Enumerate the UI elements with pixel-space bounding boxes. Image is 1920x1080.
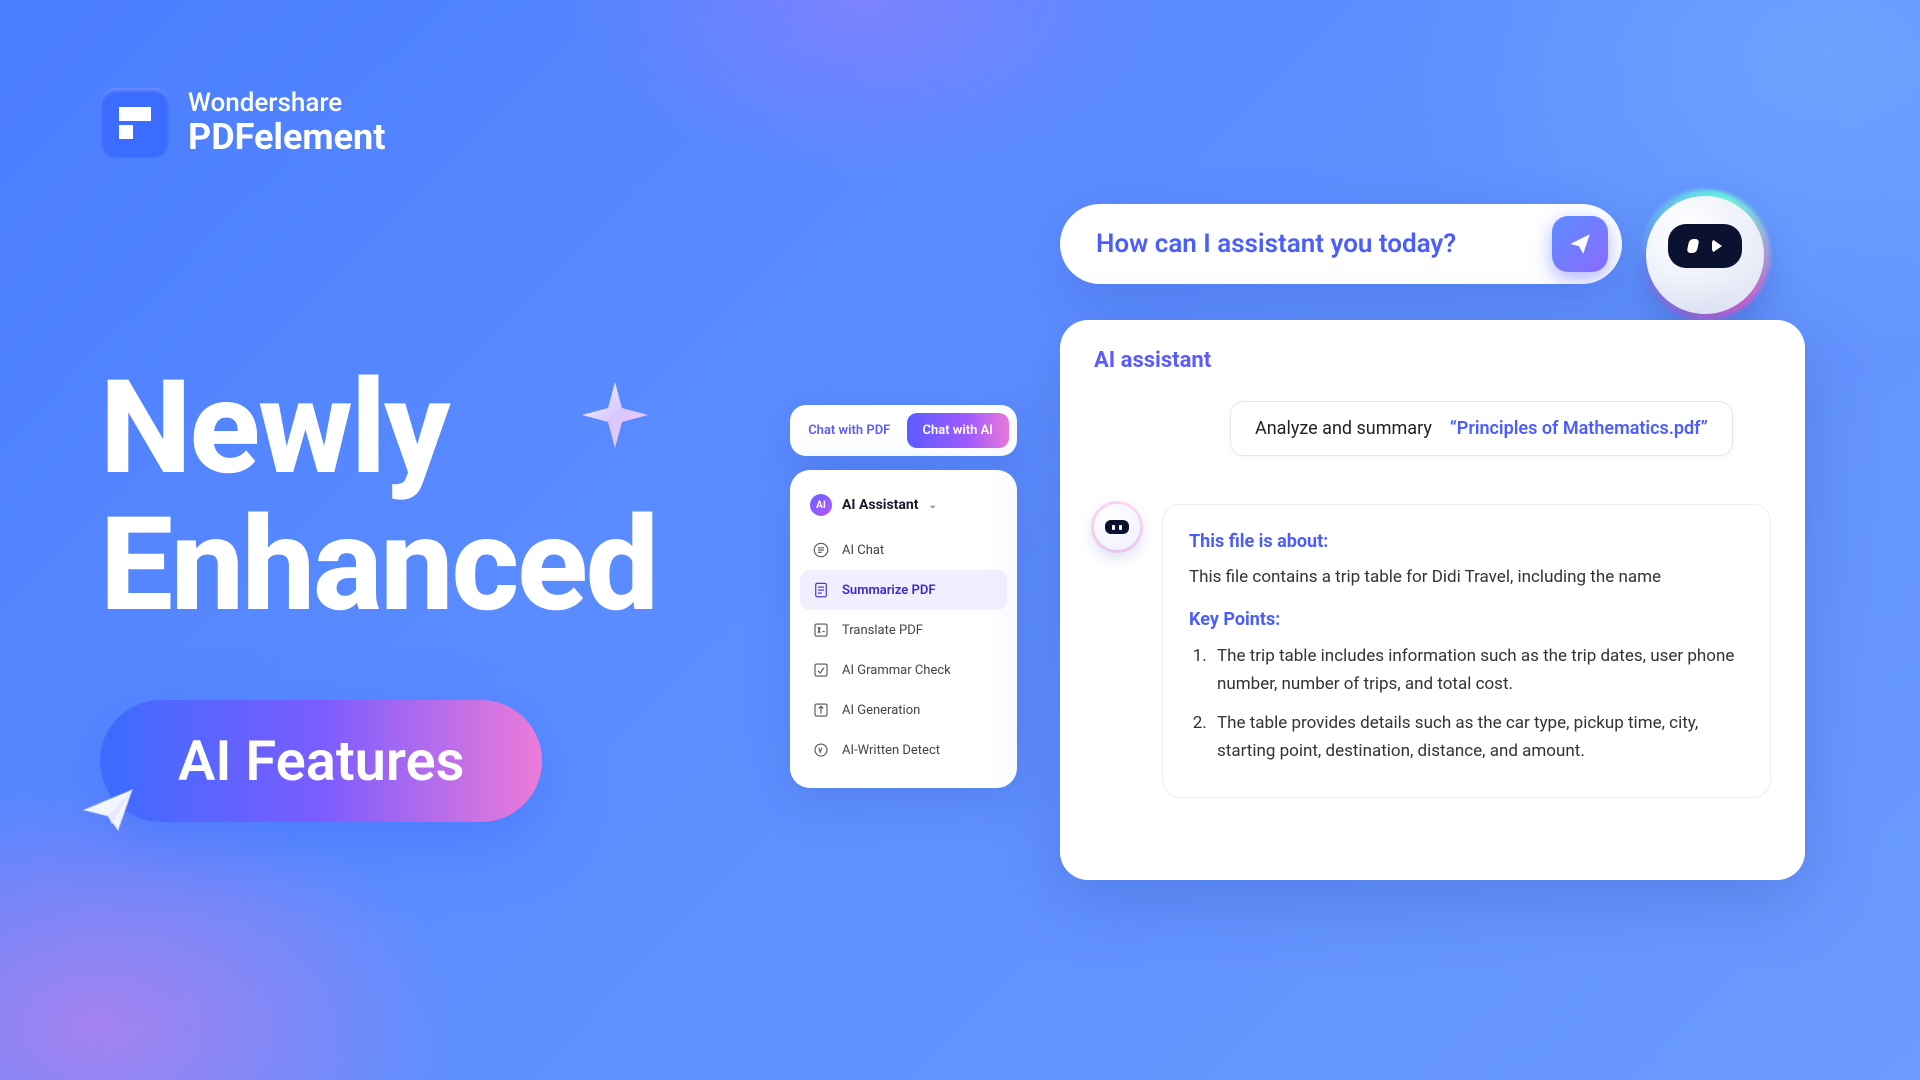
product-label: PDFelement bbox=[188, 118, 385, 158]
robot-mascot bbox=[1640, 190, 1770, 320]
assistant-avatar-icon bbox=[1094, 504, 1140, 550]
tab-chat-with-ai[interactable]: Chat with AI bbox=[907, 413, 1010, 448]
chat-mode-tabs: Chat with PDF Chat with AI bbox=[790, 405, 1017, 456]
prompt-placeholder: How can I assistant you today? bbox=[1096, 229, 1456, 259]
send-button[interactable] bbox=[1552, 216, 1608, 272]
paper-plane-icon bbox=[78, 780, 138, 844]
summary-icon bbox=[812, 581, 830, 599]
menu-item-label: Translate PDF bbox=[842, 623, 923, 638]
menu-item-ai-chat[interactable]: AI Chat bbox=[800, 530, 1007, 570]
keypoint-item: The table provides details such as the c… bbox=[1211, 709, 1744, 765]
chevron-down-icon: ⌄ bbox=[928, 500, 936, 511]
keypoint-item: The trip table includes information such… bbox=[1211, 642, 1744, 698]
menu-header-label: AI Assistant bbox=[842, 497, 918, 513]
generation-icon bbox=[812, 701, 830, 719]
brand-label: Wondershare bbox=[188, 89, 385, 118]
keypoints-heading: Key Points: bbox=[1189, 605, 1744, 635]
menu-item-grammar-check[interactable]: AI Grammar Check bbox=[800, 650, 1007, 690]
menu-item-label: AI-Written Detect bbox=[842, 743, 940, 758]
prompt-bar[interactable]: How can I assistant you today? bbox=[1060, 204, 1622, 284]
menu-item-label: Summarize PDF bbox=[842, 583, 935, 598]
detect-icon bbox=[812, 741, 830, 759]
menu-item-label: AI Chat bbox=[842, 543, 884, 558]
about-body: This file contains a trip table for Didi… bbox=[1189, 563, 1744, 591]
headline-line2: Enhanced bbox=[100, 497, 657, 634]
menu-header[interactable]: AI AI Assistant ⌄ bbox=[800, 488, 1007, 530]
query-prefix: Analyze and summary bbox=[1255, 418, 1432, 439]
about-heading: This file is about: bbox=[1189, 527, 1744, 557]
grammar-icon bbox=[812, 661, 830, 679]
assistant-answer-card: This file is about: This file contains a… bbox=[1162, 504, 1771, 798]
assistant-panel-title: AI assistant bbox=[1094, 348, 1771, 373]
pdfelement-logo-icon bbox=[100, 88, 170, 158]
translate-icon bbox=[812, 621, 830, 639]
chat-icon bbox=[812, 541, 830, 559]
paper-plane-icon bbox=[1567, 231, 1593, 257]
ai-badge-icon: AI bbox=[810, 494, 832, 516]
sparkle-icon bbox=[580, 380, 650, 454]
menu-item-ai-written-detect[interactable]: AI-Written Detect bbox=[800, 730, 1007, 770]
query-filename: “Principles of Mathematics.pdf” bbox=[1450, 418, 1708, 439]
assistant-panel: AI assistant Analyze and summary “Princi… bbox=[1060, 320, 1805, 880]
ai-features-pill: AI Features bbox=[100, 700, 542, 822]
menu-item-label: AI Grammar Check bbox=[842, 663, 951, 678]
menu-item-summarize-pdf[interactable]: Summarize PDF bbox=[800, 570, 1007, 610]
ai-feature-menu: AI AI Assistant ⌄ AI Chat Summarize PDF … bbox=[790, 470, 1017, 788]
menu-item-ai-generation[interactable]: AI Generation bbox=[800, 690, 1007, 730]
query-chip: Analyze and summary “Principles of Mathe… bbox=[1230, 401, 1733, 456]
keypoints-list: The trip table includes information such… bbox=[1189, 642, 1744, 764]
menu-item-label: AI Generation bbox=[842, 703, 920, 718]
tab-chat-with-pdf[interactable]: Chat with PDF bbox=[798, 413, 901, 448]
headline-line1: Newly bbox=[100, 360, 657, 497]
app-logo: Wondershare PDFelement bbox=[100, 88, 385, 158]
headline: Newly Enhanced bbox=[100, 360, 657, 633]
menu-item-translate-pdf[interactable]: Translate PDF bbox=[800, 610, 1007, 650]
